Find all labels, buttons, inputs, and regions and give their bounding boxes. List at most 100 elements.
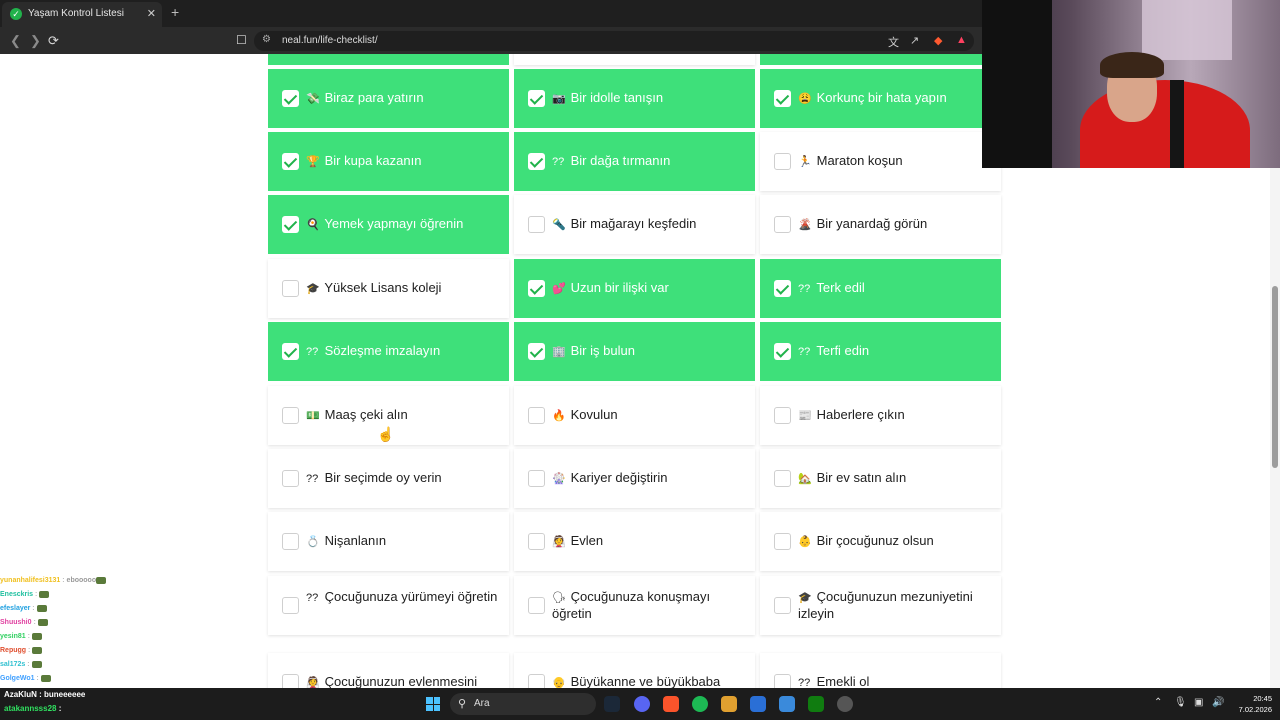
checkbox-checked[interactable] xyxy=(528,153,545,170)
browser-tab[interactable]: ✓ Yaşam Kontrol Listesi ✕ xyxy=(2,2,162,27)
translate-icon[interactable]: 文 xyxy=(888,34,899,50)
checklist-card[interactable]: 🌋 Bir yanardağ görün xyxy=(760,195,1001,254)
checkbox-unchecked[interactable] xyxy=(282,407,299,424)
checklist-card[interactable]: 🏡 Bir ev satın alın xyxy=(760,449,1001,508)
spotify-app-icon[interactable] xyxy=(692,696,708,712)
checkbox-unchecked[interactable] xyxy=(774,216,791,233)
url-text[interactable]: neal.fun/life-checklist/ xyxy=(282,35,378,46)
address-bar[interactable]: ⚙ neal.fun/life-checklist/ 文 ↗ ◆ ▲ xyxy=(254,31,974,51)
checkbox-unchecked[interactable] xyxy=(282,470,299,487)
checkbox-unchecked[interactable] xyxy=(528,597,545,614)
bookmark-icon[interactable]: ☐ xyxy=(236,33,247,47)
checkbox-unchecked[interactable] xyxy=(774,470,791,487)
checkbox-unchecked[interactable] xyxy=(528,216,545,233)
checklist-card[interactable]: 📷 Bir idolle tanışın xyxy=(514,69,755,128)
taskbar-search[interactable]: ⚲ Ara xyxy=(450,693,596,715)
checkbox-checked[interactable] xyxy=(282,216,299,233)
checklist-card[interactable]: 🍳 Yemek yapmayı öğrenin xyxy=(268,195,509,254)
app-icon[interactable] xyxy=(750,696,766,712)
checklist-card[interactable]: 💍 Nişanlanın xyxy=(268,512,509,571)
tray-chevron-icon[interactable]: ⌃ xyxy=(1154,697,1162,708)
obs-app-icon[interactable] xyxy=(837,696,853,712)
checklist-card[interactable]: 👴 Büyükanne ve büyükbaba xyxy=(514,653,755,688)
back-arrow-icon[interactable]: ❮ xyxy=(10,33,21,49)
item-emoji-icon: 🏆 xyxy=(306,156,320,168)
checklist-card[interactable]: 💕 Uzun bir ilişki var xyxy=(514,259,755,318)
network-icon[interactable]: ▣ xyxy=(1194,697,1203,708)
checklist-card[interactable]: 🎓 Yüksek Lisans koleji xyxy=(268,259,509,318)
checklist-card-partial[interactable] xyxy=(514,54,755,65)
system-clock[interactable]: 20:45 7.02.2026 xyxy=(1226,693,1272,715)
checkbox-checked[interactable] xyxy=(282,153,299,170)
reload-icon[interactable]: ⟳ xyxy=(48,33,59,49)
site-info-icon[interactable]: ⚙ xyxy=(262,34,271,45)
checkbox-unchecked[interactable] xyxy=(774,597,791,614)
checkbox-checked[interactable] xyxy=(774,343,791,360)
item-text: Bir mağarayı keşfedin xyxy=(570,216,697,231)
steam-client-icon[interactable] xyxy=(779,696,795,712)
checklist-card[interactable]: ?? Sözleşme imzalayın xyxy=(268,322,509,381)
checklist-card[interactable]: 🏢 Bir iş bulun xyxy=(514,322,755,381)
chat-emote-icon xyxy=(39,590,50,598)
checklist-card[interactable]: 🔦 Bir mağarayı keşfedin xyxy=(514,195,755,254)
checkbox-unchecked[interactable] xyxy=(774,407,791,424)
forward-arrow-icon[interactable]: ❯ xyxy=(30,33,41,49)
brave-app-icon[interactable] xyxy=(663,696,679,712)
checklist-card[interactable]: 💸 Biraz para yatırın xyxy=(268,69,509,128)
checkbox-checked[interactable] xyxy=(774,90,791,107)
brave-rewards-icon[interactable]: ▲ xyxy=(956,34,967,46)
app-icon[interactable] xyxy=(721,696,737,712)
checkbox-checked[interactable] xyxy=(774,280,791,297)
checklist-card[interactable]: ?? Bir dağa tırmanın xyxy=(514,132,755,191)
checklist-card[interactable]: 📰 Haberlere çıkın xyxy=(760,386,1001,445)
checklist-card[interactable]: ?? Emekli ol xyxy=(760,653,1001,688)
checklist-card[interactable]: ?? Terk edil xyxy=(760,259,1001,318)
chat-emote-icon xyxy=(96,576,107,584)
checkbox-unchecked[interactable] xyxy=(774,533,791,550)
item-emoji-icon: 💕 xyxy=(552,283,566,295)
steam-app-icon[interactable] xyxy=(604,696,620,712)
checkbox-checked[interactable] xyxy=(528,280,545,297)
checklist-card[interactable]: 👶 Bir çocuğunuz olsun xyxy=(760,512,1001,571)
checklist-card[interactable]: 🏃 Maraton koşun xyxy=(760,132,1001,191)
checkbox-unchecked[interactable] xyxy=(282,674,299,688)
checklist-card-partial[interactable] xyxy=(760,54,1001,65)
discord-app-icon[interactable] xyxy=(634,696,650,712)
checkbox-checked[interactable] xyxy=(528,90,545,107)
checklist-card[interactable]: ?? Çocuğunuza yürümeyi öğretin xyxy=(268,576,509,635)
checkbox-unchecked[interactable] xyxy=(774,153,791,170)
checklist-card[interactable]: 😩 Korkunç bir hata yapın xyxy=(760,69,1001,128)
checklist-card[interactable]: 🎓 Çocuğunuzun mezuniyetini izleyin xyxy=(760,576,1001,635)
microphone-icon[interactable]: 🎙 xyxy=(1174,697,1187,708)
checkbox-unchecked[interactable] xyxy=(528,470,545,487)
checkbox-unchecked[interactable] xyxy=(774,674,791,688)
close-tab-icon[interactable]: ✕ xyxy=(147,7,156,20)
windows-start-icon[interactable] xyxy=(426,697,440,711)
checkbox-unchecked[interactable] xyxy=(282,597,299,614)
checkbox-unchecked[interactable] xyxy=(528,407,545,424)
xbox-app-icon[interactable] xyxy=(808,696,824,712)
checklist-card[interactable]: 🏆 Bir kupa kazanın xyxy=(268,132,509,191)
volume-icon[interactable]: 🔊 xyxy=(1212,697,1224,708)
new-tab-icon[interactable]: + xyxy=(171,4,179,20)
checklist-card-partial[interactable] xyxy=(268,54,509,65)
checkbox-unchecked[interactable] xyxy=(282,533,299,550)
share-icon[interactable]: ↗ xyxy=(910,34,919,47)
checkbox-checked[interactable] xyxy=(282,343,299,360)
checklist-card[interactable]: 🎡 Kariyer değiştirin xyxy=(514,449,755,508)
brave-shield-icon[interactable]: ◆ xyxy=(934,34,942,47)
checklist-card[interactable]: 👰 Evlen xyxy=(514,512,755,571)
checklist-item-label: ?? Emekli ol xyxy=(798,674,991,688)
checkbox-unchecked[interactable] xyxy=(282,280,299,297)
checkbox-unchecked[interactable] xyxy=(528,674,545,688)
checkbox-checked[interactable] xyxy=(282,90,299,107)
checklist-card[interactable]: 👰 Çocuğunuzun evlenmesini xyxy=(268,653,509,688)
scrollbar-thumb[interactable] xyxy=(1272,286,1278,468)
checklist-item-label: 👰 Çocuğunuzun evlenmesini xyxy=(306,674,499,688)
checklist-card[interactable]: ?? Bir seçimde oy verin xyxy=(268,449,509,508)
checkbox-unchecked[interactable] xyxy=(528,533,545,550)
checklist-card[interactable]: 🔥 Kovulun xyxy=(514,386,755,445)
checklist-card[interactable]: 🗣 Çocuğunuza konuşmayı öğretin xyxy=(514,576,755,635)
checkbox-checked[interactable] xyxy=(528,343,545,360)
checklist-card[interactable]: ?? Terfi edin xyxy=(760,322,1001,381)
